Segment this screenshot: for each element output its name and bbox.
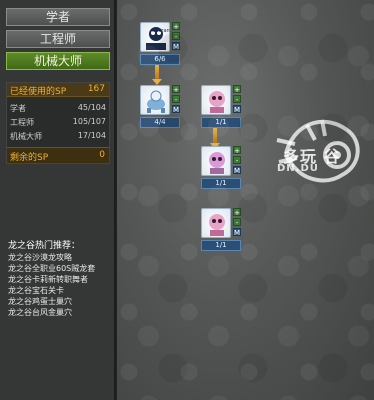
skill-minus-button[interactable]: - <box>233 95 241 104</box>
skill-master-button[interactable]: M <box>233 166 241 175</box>
skill-master-button[interactable]: M <box>233 105 241 114</box>
hot-link[interactable]: 龙之谷宝石关卡 <box>8 285 64 296</box>
skill-level: 1/1 <box>201 178 241 189</box>
sp-row-mechanic: 机械大师 17/104 <box>10 131 108 143</box>
class-tab-mechanic-master[interactable]: 机械大师 <box>6 52 110 70</box>
skill-plus-button[interactable]: + <box>233 85 241 94</box>
sp-used-value: 167 <box>87 84 105 94</box>
skill-minus-button[interactable]: - <box>233 156 241 165</box>
sp-remaining-label: 剩余的SP <box>10 153 49 163</box>
sp-row-value: 17/104 <box>77 131 106 140</box>
skill-slot[interactable]: + - M 1/1 <box>201 146 241 190</box>
skill-minus-button[interactable]: - <box>172 32 180 41</box>
sp-row-label: 工程师 <box>10 118 34 127</box>
class-tab-engineer[interactable]: 工程师 <box>6 30 110 48</box>
sp-row-value: 45/104 <box>77 103 106 112</box>
pink-robot-icon[interactable] <box>201 146 231 176</box>
hot-link[interactable]: 龙之谷台风金巢穴 <box>8 307 72 318</box>
prereq-arrow <box>213 127 217 143</box>
skill-master-button[interactable]: M <box>233 228 241 237</box>
skill-master-button[interactable]: M <box>172 42 180 51</box>
skill-slot[interactable]: + - M 1/1 <box>201 85 241 129</box>
skill-plus-button[interactable]: + <box>233 208 241 217</box>
skill-slot[interactable]: + - M 1/1 <box>201 208 241 252</box>
class-tab-scholar[interactable]: 学者 <box>6 8 110 26</box>
skill-sidebar: 学者 工程师 机械大师 已经使用的SP 167 学者 45/104 工程师 10… <box>0 0 114 400</box>
sp-row-value: 105/107 <box>72 117 106 126</box>
skill-level: 6/6 <box>140 54 180 65</box>
duoran-robot-icon[interactable] <box>140 22 170 52</box>
skill-tree-panel: 多玩 谷 DN.DU + - M 6/6 + - M 4/4 + - M 1/1… <box>116 0 374 400</box>
sp-row-label: 学者 <box>10 104 26 113</box>
skill-level: 4/4 <box>140 117 180 128</box>
skill-minus-button[interactable]: - <box>233 218 241 227</box>
skill-level: 1/1 <box>201 117 241 128</box>
hot-link[interactable]: 龙之谷全职业60S贼龙套 <box>8 263 95 274</box>
robot-crab-icon[interactable] <box>140 85 170 115</box>
sp-used-row: 已经使用的SP 167 <box>7 83 109 97</box>
sp-row-scholar: 学者 45/104 <box>10 103 108 115</box>
hot-link[interactable]: 龙之谷沙漠龙攻略 <box>8 252 72 263</box>
sp-row-engineer: 工程师 105/107 <box>10 117 108 129</box>
hot-recommend-title: 龙之谷热门推荐： <box>8 241 81 251</box>
skill-plus-button[interactable]: + <box>233 146 241 155</box>
hot-link[interactable]: 龙之谷鸡蛋士巢穴 <box>8 296 72 307</box>
pink-robot-icon[interactable] <box>201 208 231 238</box>
sp-summary: 已经使用的SP 167 学者 45/104 工程师 105/107 机械大师 1… <box>6 82 110 164</box>
skill-level: 1/1 <box>201 240 241 251</box>
pink-robot-icon[interactable] <box>201 85 231 115</box>
sp-used-label: 已经使用的SP <box>10 87 67 97</box>
sp-remaining-row: 剩余的SP 0 <box>7 147 109 163</box>
watermark-subtext: DN.DU <box>277 163 319 174</box>
duoran-icon-label: duoran <box>152 28 170 34</box>
skill-master-button[interactable]: M <box>172 105 180 114</box>
prereq-arrow <box>155 65 159 79</box>
sp-remaining-value: 0 <box>99 150 105 160</box>
skill-slot[interactable]: + - M 4/4 <box>140 85 180 129</box>
sp-row-label: 机械大师 <box>10 132 42 141</box>
skill-plus-button[interactable]: + <box>172 22 180 31</box>
skill-plus-button[interactable]: + <box>172 85 180 94</box>
skill-minus-button[interactable]: - <box>172 95 180 104</box>
hot-link[interactable]: 龙之谷卡莉新转职舞者 <box>8 274 88 285</box>
